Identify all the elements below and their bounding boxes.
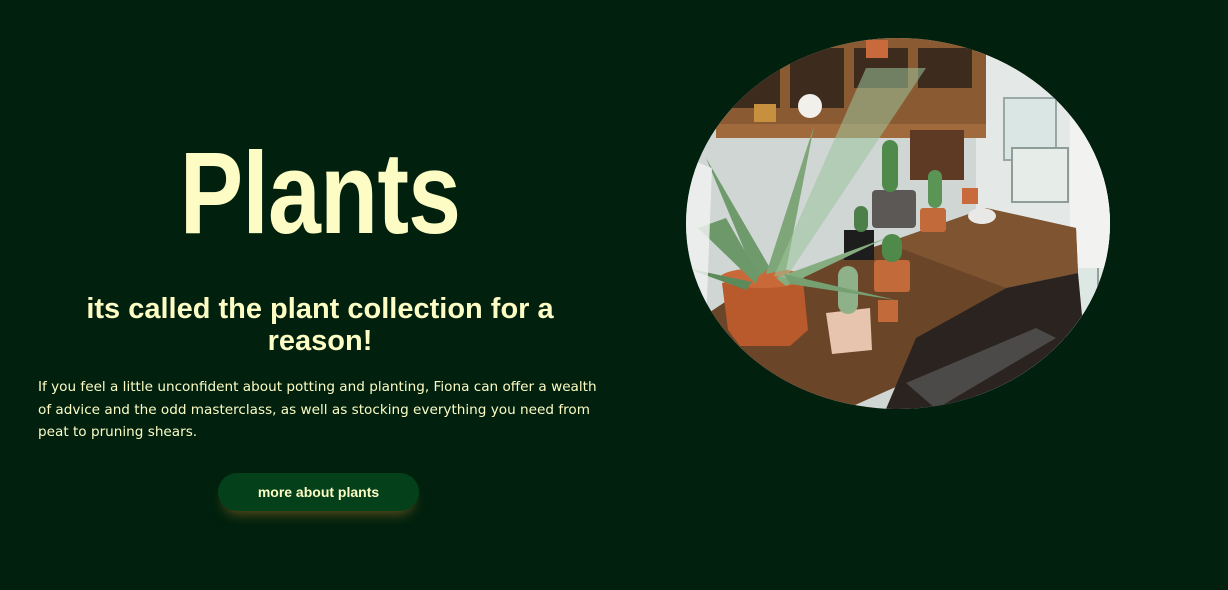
plants-hero-section: Plants its called the plant collection f… [0, 0, 1228, 590]
page-title: Plants [179, 128, 461, 258]
plants-photo-illustration [686, 38, 1110, 409]
plants-photo [686, 38, 1110, 409]
hero-description: If you feel a little unconfident about p… [38, 379, 597, 440]
hero-subtitle: its called the plant collection for a re… [86, 293, 554, 357]
more-about-plants-button[interactable]: more about plants [218, 473, 419, 511]
